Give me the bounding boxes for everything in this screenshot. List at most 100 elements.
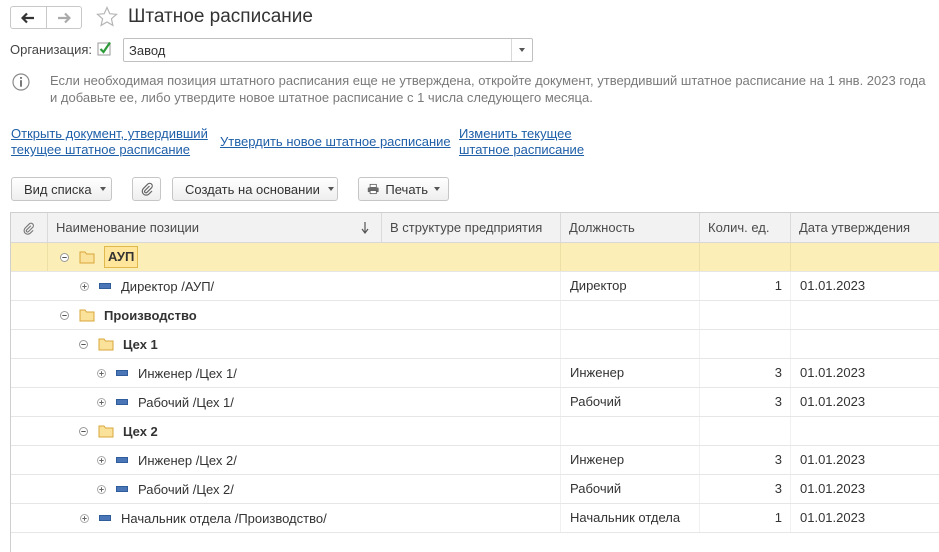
open-approving-doc-link-line1[interactable]: Открыть документ, утвердивший bbox=[11, 126, 208, 142]
collapse-icon[interactable] bbox=[60, 310, 69, 320]
column-position[interactable]: Должность bbox=[561, 213, 700, 242]
page-title: Штатное расписание bbox=[128, 6, 313, 27]
table-row[interactable]: Рабочий /Цех 1/ Рабочий 3 01.01.2023 bbox=[11, 388, 939, 417]
name-cell: Директор /АУП/ bbox=[80, 272, 214, 300]
table-header: Наименование позиции В структуре предпри… bbox=[11, 213, 939, 243]
view-list-button[interactable]: Вид списка bbox=[11, 177, 112, 201]
paperclip-icon bbox=[23, 222, 34, 235]
org-label: Организация: bbox=[10, 42, 93, 57]
column-qty[interactable]: Колич. ед. bbox=[700, 213, 791, 242]
date-cell: 01.01.2023 bbox=[800, 481, 866, 496]
position-item-icon bbox=[99, 283, 111, 289]
structure-cell bbox=[382, 446, 561, 474]
qty-cell: 3 bbox=[700, 359, 791, 387]
print-button[interactable]: Печать bbox=[358, 177, 449, 201]
org-select[interactable]: Завод bbox=[123, 38, 533, 62]
collapse-icon[interactable] bbox=[60, 252, 69, 262]
forward-button[interactable] bbox=[45, 7, 82, 28]
folder-icon bbox=[79, 309, 95, 322]
create-based-on-button[interactable]: Создать на основании bbox=[172, 177, 338, 201]
date-cell: 01.01.2023 bbox=[800, 365, 866, 380]
star-icon[interactable] bbox=[95, 5, 119, 29]
structure-cell bbox=[382, 301, 561, 329]
row-name: АУП bbox=[104, 246, 139, 268]
name-cell: Начальник отдела /Производство/ bbox=[80, 504, 327, 532]
arrow-right-icon bbox=[57, 12, 71, 23]
table-row[interactable]: АУП bbox=[11, 243, 939, 272]
table-row[interactable]: Инженер /Цех 1/ Инженер 3 01.01.2023 bbox=[11, 359, 939, 388]
qty-cell: 3 bbox=[700, 388, 791, 416]
collapse-icon[interactable] bbox=[79, 339, 88, 349]
folder-icon bbox=[98, 338, 114, 351]
date-cell: 01.01.2023 bbox=[800, 510, 866, 525]
structure-cell bbox=[382, 272, 561, 300]
table-row[interactable]: Цех 2 bbox=[11, 417, 939, 446]
row-name: Начальник отдела /Производство/ bbox=[121, 510, 327, 526]
date-cell: 01.01.2023 bbox=[800, 452, 866, 467]
column-date[interactable]: Дата утверждения bbox=[791, 213, 939, 242]
chevron-down-icon bbox=[327, 187, 334, 191]
structure-cell bbox=[382, 475, 561, 503]
column-attachments[interactable] bbox=[11, 213, 48, 242]
collapse-icon[interactable] bbox=[79, 426, 88, 436]
column-structure[interactable]: В структуре предприятия bbox=[382, 213, 561, 242]
expand-icon[interactable] bbox=[97, 484, 106, 494]
table-row[interactable]: Начальник отдела /Производство/ Начальни… bbox=[11, 504, 939, 533]
qty-cell: 3 bbox=[700, 475, 791, 503]
position-cell bbox=[561, 243, 700, 271]
table-row[interactable]: Инженер /Цех 2/ Инженер 3 01.01.2023 bbox=[11, 446, 939, 475]
table-row[interactable]: Рабочий /Цех 2/ Рабочий 3 01.01.2023 bbox=[11, 475, 939, 504]
structure-cell bbox=[382, 504, 561, 532]
org-dropdown-button[interactable] bbox=[511, 39, 532, 61]
structure-cell bbox=[382, 417, 561, 445]
name-cell: Цех 1 bbox=[79, 330, 158, 358]
expand-icon[interactable] bbox=[80, 513, 89, 523]
folder-icon bbox=[98, 425, 114, 438]
edit-current-link-line1[interactable]: Изменить текущее bbox=[459, 126, 584, 142]
column-name[interactable]: Наименование позиции bbox=[48, 213, 382, 242]
view-list-label: Вид списка bbox=[24, 181, 92, 197]
table-row[interactable]: Директор /АУП/ Директор 1 01.01.2023 bbox=[11, 272, 939, 301]
table-row[interactable]: Цех 1 bbox=[11, 330, 939, 359]
qty-cell bbox=[700, 330, 791, 358]
attach-file-button[interactable] bbox=[132, 177, 161, 201]
row-name: Рабочий /Цех 1/ bbox=[138, 394, 234, 410]
edit-current-schedule-link[interactable]: Изменить текущее штатное расписание bbox=[459, 126, 584, 158]
folder-icon bbox=[79, 251, 95, 264]
qty-cell: 3 bbox=[700, 446, 791, 474]
info-icon bbox=[12, 73, 30, 91]
qty-cell bbox=[700, 243, 791, 271]
navigation-buttons bbox=[10, 6, 82, 29]
expand-icon[interactable] bbox=[80, 281, 89, 291]
position-item-icon bbox=[99, 515, 111, 521]
column-name-label: Наименование позиции bbox=[56, 220, 200, 235]
expand-icon[interactable] bbox=[97, 455, 106, 465]
position-item-icon bbox=[116, 399, 128, 405]
expand-icon[interactable] bbox=[97, 397, 106, 407]
qty-cell: 1 bbox=[700, 272, 791, 300]
chevron-down-icon bbox=[434, 187, 440, 191]
structure-cell bbox=[382, 330, 561, 358]
chevron-down-icon bbox=[99, 187, 106, 191]
approve-new-schedule-link[interactable]: Утвердить новое штатное расписание bbox=[220, 134, 451, 150]
row-name: Инженер /Цех 2/ bbox=[138, 452, 237, 468]
open-approving-doc-link-line2[interactable]: текущее штатное расписание bbox=[11, 142, 208, 158]
position-cell bbox=[561, 301, 700, 329]
table-row[interactable]: Производство bbox=[11, 301, 939, 330]
info-message: Если необходимая позиция штатного распис… bbox=[50, 73, 926, 105]
structure-cell bbox=[382, 388, 561, 416]
expand-icon[interactable] bbox=[97, 368, 106, 378]
structure-cell bbox=[382, 243, 561, 271]
paperclip-icon bbox=[141, 182, 153, 196]
arrow-left-icon bbox=[21, 12, 35, 23]
edit-current-link-line2[interactable]: штатное расписание bbox=[459, 142, 584, 158]
date-cell: 01.01.2023 bbox=[800, 278, 866, 293]
open-approving-doc-link[interactable]: Открыть документ, утвердивший текущее шт… bbox=[11, 126, 208, 158]
name-cell: Рабочий /Цех 1/ bbox=[97, 388, 234, 416]
row-name: Директор /АУП/ bbox=[121, 278, 215, 294]
position-cell: Инженер bbox=[561, 359, 700, 387]
position-cell bbox=[561, 330, 700, 358]
back-button[interactable] bbox=[11, 7, 46, 28]
org-checkbox[interactable] bbox=[97, 41, 113, 57]
position-cell: Рабочий bbox=[561, 388, 700, 416]
